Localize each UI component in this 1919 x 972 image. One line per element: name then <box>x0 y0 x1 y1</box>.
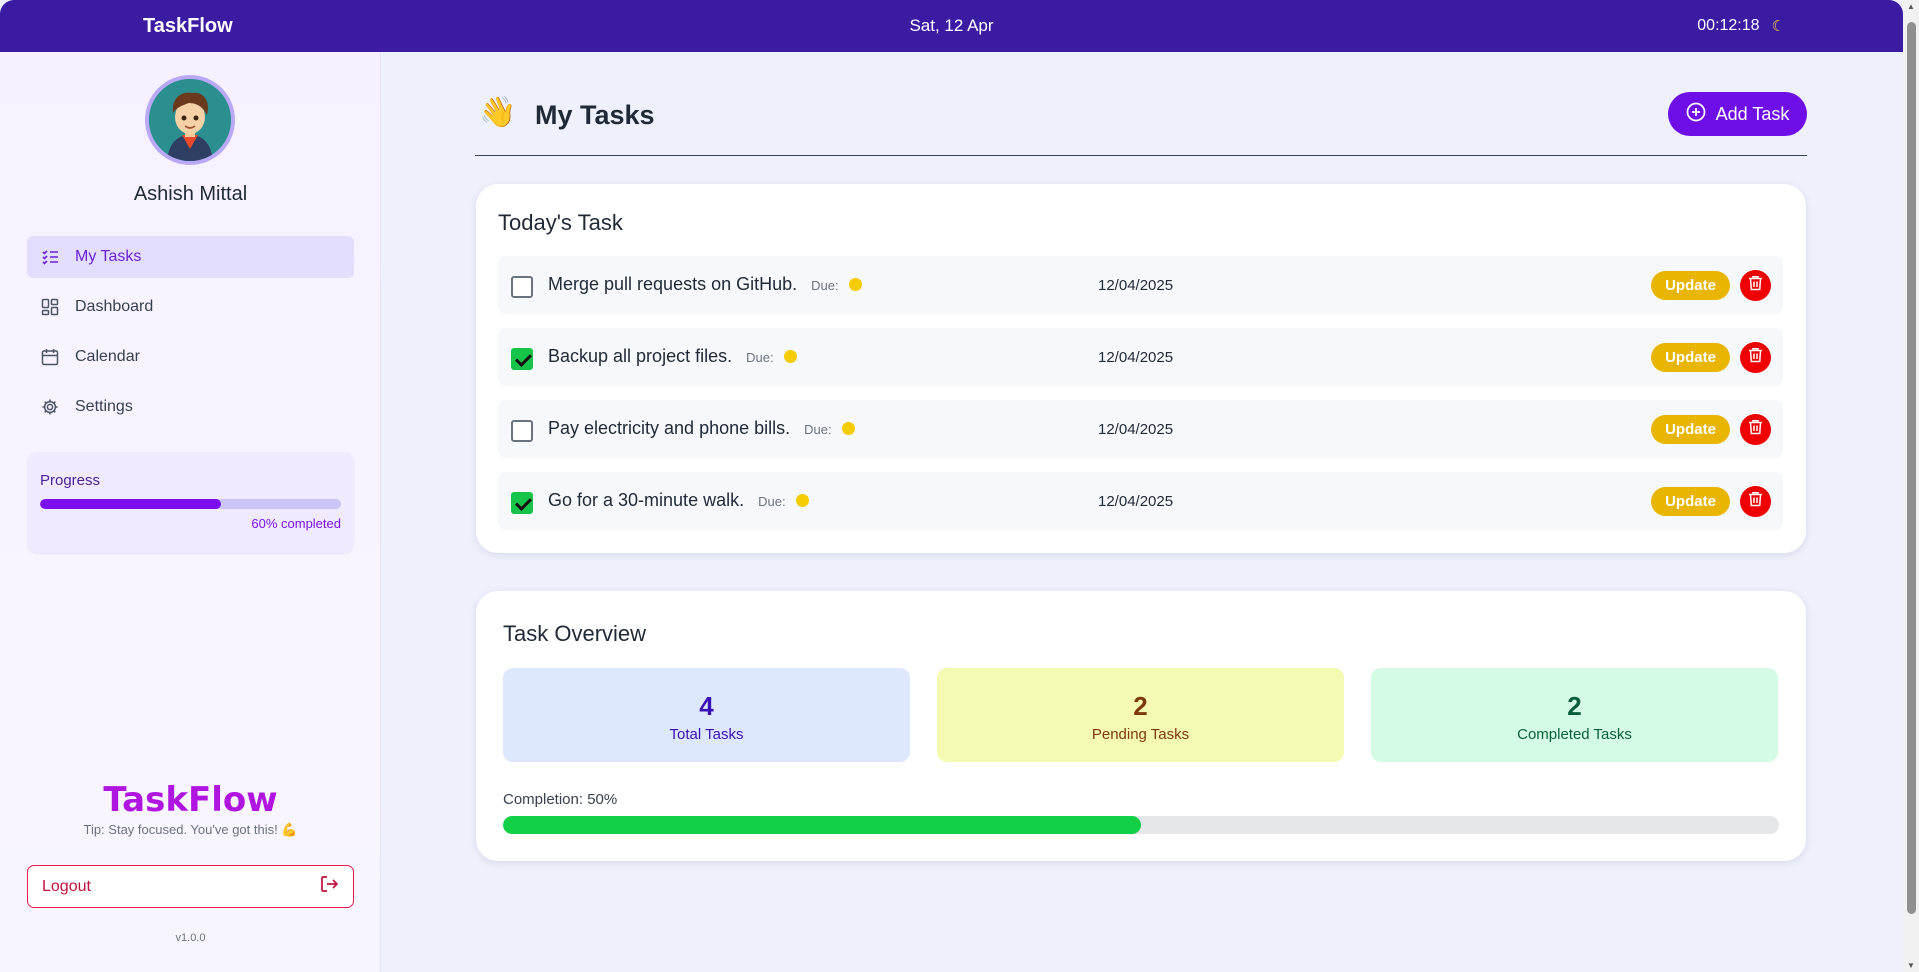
gear-icon <box>41 398 59 416</box>
app-brand: TaskFlow <box>143 14 233 37</box>
scroll-up-icon[interactable]: ▲ <box>1906 2 1916 11</box>
progress-card: Progress 60% completed <box>27 452 354 553</box>
pending-tasks-label: Pending Tasks <box>1091 726 1190 743</box>
delete-button[interactable] <box>1740 486 1771 517</box>
sidebar-brand: TaskFlow <box>103 780 278 820</box>
task-row: Merge pull requests on GitHub. Due: 12/04… <box>498 256 1783 314</box>
progress-bar <box>40 499 341 509</box>
plus-circle-icon <box>1686 102 1706 127</box>
task-row: Go for a 30-minute walk. Due: 12/04/2025 … <box>498 472 1783 530</box>
trash-icon <box>1748 419 1763 440</box>
scroll-down-icon[interactable]: ▼ <box>1906 961 1916 970</box>
due-label: Due: <box>758 494 786 509</box>
page-title: My Tasks <box>535 100 655 130</box>
total-tasks-label: Total Tasks <box>669 726 744 743</box>
sidebar-item-calendar[interactable]: Calendar <box>27 336 354 378</box>
completed-tasks-stat: 2 Completed Tasks <box>1371 668 1778 762</box>
total-tasks-count: 4 <box>699 691 714 721</box>
app-version: v1.0.0 <box>175 932 206 944</box>
due-status-dot <box>795 494 809 507</box>
calendar-icon <box>41 348 59 366</box>
due-status-dot <box>783 350 797 363</box>
delete-button[interactable] <box>1740 270 1771 301</box>
task-overview-title: Task Overview <box>503 621 647 646</box>
task-date: 12/04/2025 <box>1098 493 1174 510</box>
due-label: Due: <box>746 350 774 365</box>
delete-button[interactable] <box>1740 342 1771 373</box>
sidebar-item-label: My Tasks <box>75 248 142 265</box>
task-row: Pay electricity and phone bills. Due: 12/… <box>498 400 1783 458</box>
moon-icon[interactable]: ☾ <box>1772 17 1785 35</box>
current-date: Sat, 12 Apr <box>909 16 994 35</box>
completion-bar <box>503 816 1779 834</box>
task-checkbox[interactable] <box>511 276 533 298</box>
task-date: 12/04/2025 <box>1098 349 1174 366</box>
completion-label: Completion: 50% <box>503 791 618 808</box>
completed-tasks-count: 2 <box>1567 691 1582 721</box>
sidebar-item-settings[interactable]: Settings <box>27 386 354 428</box>
add-task-label: Add Task <box>1715 103 1790 124</box>
task-name: Go for a 30-minute walk. Due: <box>548 490 809 511</box>
sidebar-item-label: Calendar <box>75 348 140 365</box>
checklist-icon <box>41 248 59 266</box>
due-status-dot <box>841 422 855 435</box>
grid-icon <box>41 298 59 316</box>
task-checkbox[interactable] <box>511 348 533 370</box>
task-checkbox[interactable] <box>511 492 533 514</box>
clock: 00:12:18 ☾ <box>1697 17 1785 35</box>
trash-icon <box>1748 491 1763 512</box>
update-button[interactable]: Update <box>1651 343 1730 372</box>
task-name: Pay electricity and phone bills. Due: <box>548 418 855 439</box>
add-task-button[interactable]: Add Task <box>1668 92 1807 136</box>
due-label: Due: <box>811 278 839 293</box>
todays-task-title: Today's Task <box>498 210 623 235</box>
sidebar: Ashish Mittal My Tasks Dashboard Calenda… <box>0 52 381 972</box>
top-bar: TaskFlow Sat, 12 Apr 00:12:18 ☾ <box>0 0 1903 52</box>
avatar <box>145 75 235 165</box>
delete-button[interactable] <box>1740 414 1771 445</box>
progress-fill <box>40 499 221 509</box>
page-header: 👋 My Tasks Add Task <box>475 92 1807 156</box>
sidebar-item-label: Settings <box>75 398 133 415</box>
logout-button[interactable]: Logout <box>27 865 354 908</box>
task-row: Backup all project files. Due: 12/04/2025… <box>498 328 1783 386</box>
progress-label: Progress <box>40 472 101 489</box>
trash-icon <box>1748 347 1763 368</box>
completed-tasks-label: Completed Tasks <box>1517 726 1632 743</box>
due-status-dot <box>848 278 862 291</box>
todays-task-card: Today's Task Merge pull requests on GitH… <box>476 184 1806 553</box>
task-name: Backup all project files. Due: <box>548 346 797 367</box>
update-button[interactable]: Update <box>1651 271 1730 300</box>
update-button[interactable]: Update <box>1651 415 1730 444</box>
update-button[interactable]: Update <box>1651 487 1730 516</box>
due-label: Due: <box>804 422 832 437</box>
sidebar-item-dashboard[interactable]: Dashboard <box>27 286 354 328</box>
trash-icon <box>1748 275 1763 296</box>
sidebar-item-label: Dashboard <box>75 298 154 315</box>
pending-tasks-count: 2 <box>1133 691 1148 721</box>
completion-fill <box>503 816 1141 834</box>
task-name: Merge pull requests on GitHub. Due: <box>548 274 862 295</box>
page-scrollbar[interactable]: ▲ ▼ <box>1903 0 1919 972</box>
progress-text: 60% completed <box>251 516 341 531</box>
pending-tasks-stat: 2 Pending Tasks <box>937 668 1344 762</box>
current-time: 00:12:18 <box>1697 17 1760 34</box>
tip-text: Tip: Stay focused. You've got this! 💪 <box>83 822 298 837</box>
scrollbar-thumb[interactable] <box>1907 22 1916 914</box>
logout-icon <box>319 874 339 899</box>
wave-icon: 👋 <box>479 96 517 129</box>
task-checkbox[interactable] <box>511 420 533 442</box>
sidebar-nav: My Tasks Dashboard Calendar Settings <box>27 236 354 436</box>
sidebar-item-my-tasks[interactable]: My Tasks <box>27 236 354 278</box>
user-name: Ashish Mittal <box>133 183 248 205</box>
logout-label: Logout <box>42 877 91 895</box>
task-overview-card: Task Overview 4 Total Tasks 2 Pending Ta… <box>476 591 1806 861</box>
total-tasks-stat: 4 Total Tasks <box>503 668 910 762</box>
task-date: 12/04/2025 <box>1098 421 1174 438</box>
task-date: 12/04/2025 <box>1098 277 1174 294</box>
